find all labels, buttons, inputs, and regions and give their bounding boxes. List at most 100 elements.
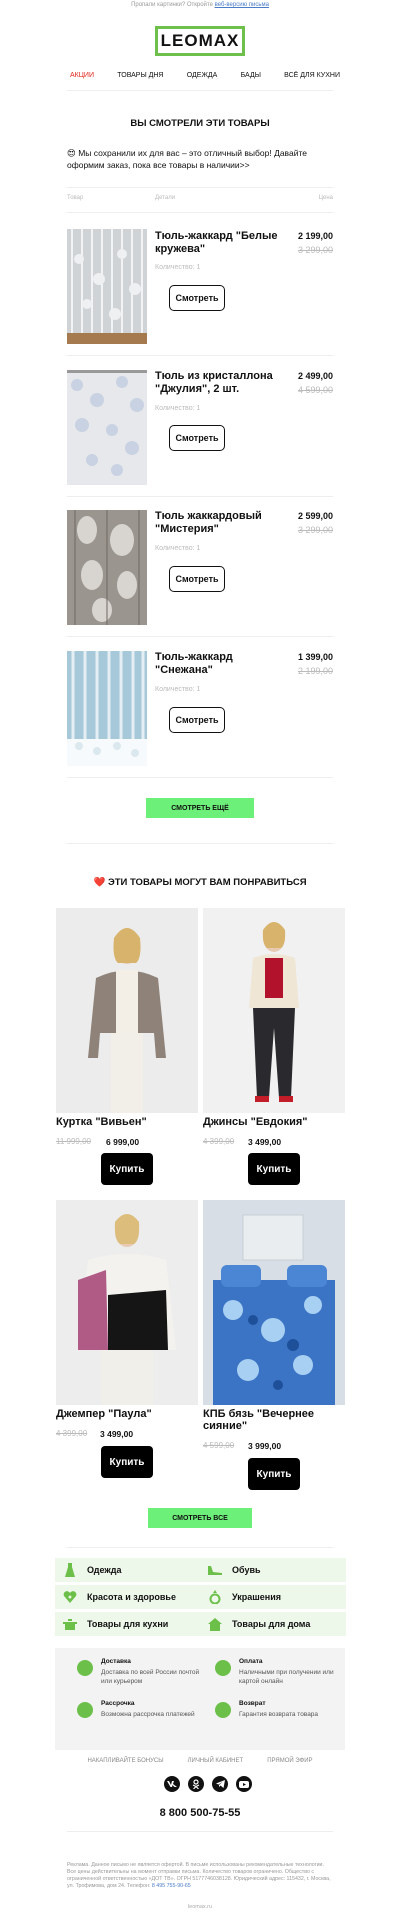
product-qty: Количество: 1 — [155, 545, 201, 552]
dress-icon — [59, 1563, 81, 1577]
product-qty: Количество: 1 — [155, 264, 201, 271]
category-beauty[interactable]: Красота и здоровье — [55, 1585, 201, 1609]
category-kitchen[interactable]: Товары для кухни — [55, 1612, 201, 1636]
divider — [67, 212, 333, 213]
see-all-button[interactable]: СМОТРЕТЬ ВСЕ — [148, 1508, 252, 1528]
product-image[interactable] — [203, 908, 345, 1113]
logo[interactable]: LEOMAX — [155, 26, 245, 56]
category-home[interactable]: Товары для дома — [200, 1612, 346, 1636]
social-row — [164, 1776, 252, 1792]
site-link[interactable]: leomax.ru — [0, 1904, 400, 1910]
rec-old-price: 4 399,00 — [56, 1429, 88, 1438]
product-image[interactable] — [67, 651, 147, 766]
home-icon — [204, 1617, 226, 1631]
nav-item-kitchen[interactable]: ВСЁ ДЛЯ КУХНИ — [284, 72, 340, 79]
rec-product-name[interactable]: Куртка "Вивьен" — [56, 1116, 196, 1128]
view-button[interactable]: Смотреть — [169, 566, 225, 592]
viewed-intro: 😍 Мы сохранили их для вас – это отличный… — [67, 148, 307, 170]
product-old-price: 3 299,00 — [297, 525, 333, 535]
rec-old-price: 4 399,00 — [203, 1137, 235, 1146]
pot-icon — [59, 1618, 81, 1630]
info-block: Доставка Доставка по всей России почтой … — [55, 1648, 345, 1750]
nav-item-sales[interactable]: АКЦИИ — [70, 72, 94, 79]
rec-product-name[interactable]: Джемпер "Паула" — [56, 1408, 196, 1420]
account-link[interactable]: ЛИЧНЫЙ КАБИНЕТ — [188, 1758, 244, 1764]
shoe-icon — [204, 1564, 226, 1576]
product-qty: Количество: 1 — [155, 686, 201, 693]
vk-icon[interactable] — [164, 1776, 180, 1792]
product-image[interactable] — [203, 1200, 345, 1405]
clock-icon — [77, 1702, 93, 1718]
buy-button[interactable]: Купить — [101, 1153, 153, 1185]
product-name[interactable]: Тюль жаккардовый "Мистерия" — [155, 510, 285, 536]
divider — [67, 355, 333, 356]
divider — [67, 496, 333, 497]
heart-plus-icon — [59, 1591, 81, 1603]
legal-phone-link[interactable]: 8 495 755-90-65 — [152, 1883, 191, 1889]
box-icon — [77, 1660, 93, 1676]
product-old-price: 4 599,00 — [297, 385, 333, 395]
rec-price: 3 499,00 — [248, 1137, 282, 1147]
rec-price: 3 999,00 — [248, 1441, 282, 1451]
product-qty: Количество: 1 — [155, 405, 201, 412]
buy-button[interactable]: Купить — [248, 1458, 300, 1490]
product-old-price: 2 199,00 — [297, 666, 333, 676]
view-button[interactable]: Смотреть — [169, 285, 225, 311]
product-old-price: 3 299,00 — [297, 245, 333, 255]
product-image[interactable] — [67, 229, 147, 344]
category-jewelry[interactable]: Украшения — [200, 1585, 346, 1609]
preheader: Пропали картинки? Откройте веб-версию пи… — [131, 2, 269, 8]
viewed-title: ВЫ СМОТРЕЛИ ЭТИ ТОВАРЫ — [130, 118, 270, 129]
see-more-button[interactable]: СМОТРЕТЬ ЕЩЁ — [146, 798, 254, 818]
recommend-title: ❤️ ЭТИ ТОВАРЫ МОГУТ ВАМ ПОНРАВИТЬСЯ — [93, 877, 307, 888]
product-price: 2 199,00 — [297, 231, 333, 241]
category-shoes[interactable]: Обувь — [200, 1558, 346, 1582]
divider — [67, 636, 333, 637]
rec-product-name[interactable]: КПБ бязь "Вечернее сияние" — [203, 1408, 343, 1432]
nav-item-deals[interactable]: ТОВАРЫ ДНЯ — [117, 72, 163, 79]
footer-links: НАКАПЛИВАЙТЕ БОНУСЫ ЛИЧНЫЙ КАБИНЕТ ПРЯМО… — [0, 1758, 400, 1764]
product-name[interactable]: Тюль-жаккард "Белые кружева" — [155, 230, 285, 256]
legal-text: Реклама. Данное письмо не является оферт… — [67, 1862, 331, 1889]
product-name[interactable]: Тюль-жаккард "Снежана" — [155, 651, 285, 677]
divider — [67, 777, 333, 778]
rec-price: 6 999,00 — [106, 1137, 140, 1147]
header-product: Товар — [67, 195, 84, 201]
ok-icon[interactable] — [188, 1776, 204, 1792]
buy-button[interactable]: Купить — [248, 1153, 300, 1185]
view-button[interactable]: Смотреть — [169, 425, 225, 451]
ring-icon — [204, 1590, 226, 1604]
rec-old-price: 4 599,00 — [203, 1441, 235, 1450]
product-image[interactable] — [67, 370, 147, 485]
web-version-link[interactable]: веб-версию письма — [215, 2, 269, 8]
phone-number[interactable]: 8 800 500-75-55 — [0, 1807, 400, 1819]
youtube-icon[interactable] — [236, 1776, 252, 1792]
nav-item-supplements[interactable]: БАДЫ — [241, 72, 261, 79]
product-price: 1 399,00 — [297, 652, 333, 662]
rec-product-name[interactable]: Джинсы "Евдокия" — [203, 1116, 343, 1128]
buy-button[interactable]: Купить — [101, 1446, 153, 1478]
divider — [67, 90, 333, 91]
bonus-link[interactable]: НАКАПЛИВАЙТЕ БОНУСЫ — [87, 1758, 163, 1764]
top-nav: АКЦИИ ТОВАРЫ ДНЯ ОДЕЖДА БАДЫ ВСЁ ДЛЯ КУХ… — [70, 72, 340, 79]
divider — [67, 1831, 333, 1832]
product-image[interactable] — [56, 908, 198, 1113]
nav-item-clothes[interactable]: ОДЕЖДА — [187, 72, 218, 79]
product-image[interactable] — [56, 1200, 198, 1405]
product-name[interactable]: Тюль из кристаллона "Джулия", 2 шт. — [155, 370, 285, 396]
return-icon — [215, 1702, 231, 1718]
view-button[interactable]: Смотреть — [169, 707, 225, 733]
ruble-icon — [215, 1660, 231, 1676]
rec-price: 3 499,00 — [100, 1429, 134, 1439]
divider — [67, 187, 333, 188]
product-price: 2 499,00 — [297, 371, 333, 381]
product-image[interactable] — [67, 510, 147, 625]
live-link[interactable]: ПРЯМОЙ ЭФИР — [267, 1758, 312, 1764]
telegram-icon[interactable] — [212, 1776, 228, 1792]
header-details: Детали — [155, 195, 176, 201]
product-price: 2 599,00 — [297, 511, 333, 521]
category-clothes[interactable]: Одежда — [55, 1558, 201, 1582]
rec-old-price: 11 999,00 — [56, 1137, 91, 1146]
divider — [67, 1547, 333, 1548]
header-price: Цена — [318, 195, 333, 201]
